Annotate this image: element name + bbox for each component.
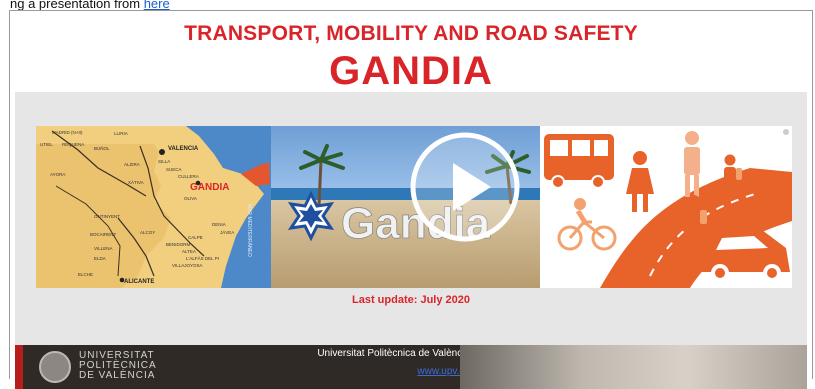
university-name: Universitat Politècnica de València [317, 348, 470, 359]
map-label-utiel: UTIEL [40, 142, 53, 147]
footer-stone-texture [460, 345, 807, 389]
play-video-button[interactable] [407, 129, 523, 245]
footer-red-strip [15, 345, 23, 389]
map-label-alfas: L'ALFÀS DEL PI [186, 255, 219, 261]
map-label-benidorm: BENIDORM [166, 242, 191, 247]
map-label-calpe: CALPE [188, 235, 203, 240]
map-label-gandia: GANDIA [190, 182, 229, 193]
mobility-graphic [544, 129, 792, 288]
map-label-lliria: LLIRIA [114, 131, 128, 136]
mobility-illustration [540, 126, 792, 288]
content-frame: TRANSPORT, MOBILITY AND ROAD SAFETY GAND… [9, 10, 813, 389]
palm-trunk-left [317, 159, 323, 207]
map-graphic: MADRID (N-III) LLIRIA VALENCIA UTIEL REQ… [36, 126, 271, 288]
university-link[interactable]: www.upv.es [275, 366, 470, 378]
last-update-text: Last update: July 2020 [352, 294, 470, 306]
university-seal-icon [39, 351, 71, 383]
map-label-silla: SILLA [158, 159, 170, 164]
pedestrian-woman-icon [626, 151, 654, 212]
page-subtitle: GANDIA [329, 49, 493, 93]
video-banner[interactable]: MADRID (N-III) LLIRIA VALENCIA UTIEL REQ… [36, 126, 792, 288]
map-label-villena: VILLENA [94, 246, 113, 251]
valencia-map-image: MADRID (N-III) LLIRIA VALENCIA UTIEL REQ… [36, 126, 271, 288]
map-label-sueca: SUECA [166, 167, 182, 172]
map-label-alcoy: ALCOY [140, 230, 155, 235]
page-title: TRANSPORT, MOBILITY AND ROAD SAFETY [184, 22, 638, 45]
map-label-elda: ELDA [94, 256, 106, 261]
university-logo-text: UNIVERSITAT POLITÈCNICA DE VALÈNCIA [79, 351, 157, 381]
logo-line-3: DE VALÈNCIA [79, 370, 156, 381]
pedestrian-man-icon [684, 131, 700, 197]
map-label-villajoyosa: VILLAJOYOSA [172, 263, 203, 268]
map-label-altea: ALTEA [182, 249, 196, 254]
map-label-ontinyent: ONTINYENT [94, 214, 120, 219]
map-dot-valencia [159, 149, 165, 155]
map-label-cullera: CULLERA [178, 174, 199, 179]
map-label-alzira: ALZIRA [124, 162, 140, 167]
bus-icon [544, 134, 614, 189]
loading-dot [783, 129, 789, 135]
map-label-elche: ELCHE [78, 272, 93, 277]
map-label-denia: DENIA [212, 222, 226, 227]
car-icon [700, 230, 790, 282]
cyclist-icon [557, 198, 617, 251]
footer-info: Universitat Politècnica de València www.… [275, 348, 470, 378]
map-label-valencia: VALENCIA [168, 146, 199, 152]
play-icon [410, 132, 520, 242]
map-label-javea: JÁVEA [220, 229, 234, 235]
map-label-sea: MAR MEDITERRÁNEO [246, 204, 253, 257]
map-label-alicante: ALICANTE [124, 279, 154, 285]
map-label-oliva: OLIVA [184, 196, 197, 201]
map-label-bunol: BUÑOL [94, 145, 110, 151]
map-label-xativa: XÀTIVA [128, 179, 144, 185]
map-label-ayora: AYORA [50, 172, 65, 177]
university-footer: UNIVERSITAT POLITÈCNICA DE VALÈNCIA Univ… [15, 345, 807, 389]
map-label-requena: REQUENA [62, 142, 84, 147]
map-label-bocairent: BOCAIRENT [90, 232, 117, 237]
map-label-madrid: MADRID (N-III) [52, 130, 83, 135]
video-panel: MADRID (N-III) LLIRIA VALENCIA UTIEL REQ… [15, 92, 807, 347]
